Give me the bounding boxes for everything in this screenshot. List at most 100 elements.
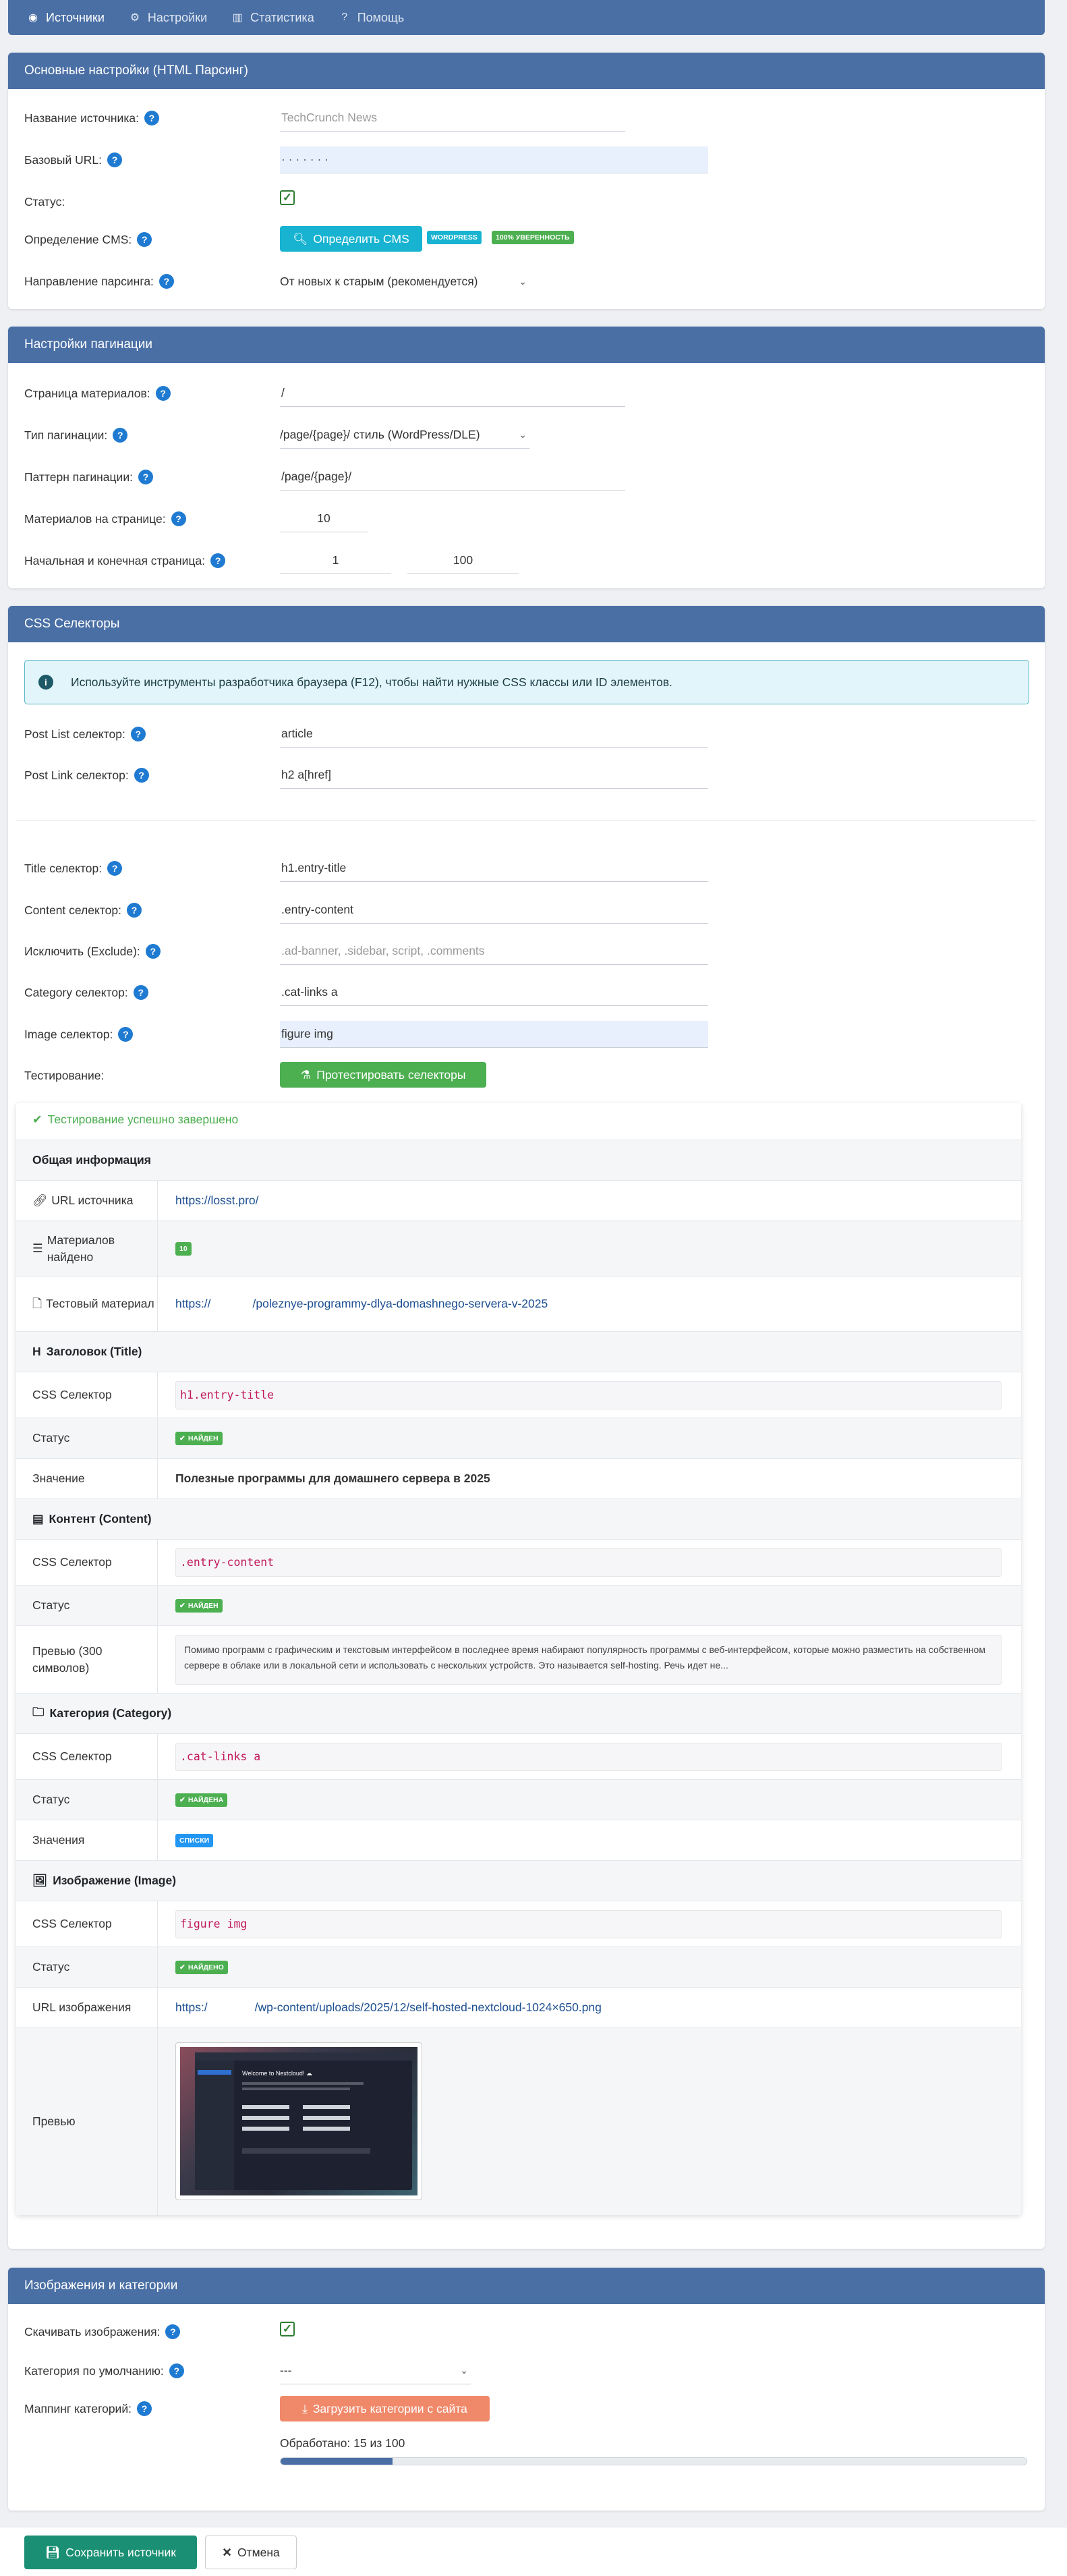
test-item-link-a[interactable]: https:// [175,1297,211,1311]
check-icon: ✔ [179,1795,185,1804]
help-icon[interactable]: ? [158,274,174,289]
post-list-label: Post List селектор: [24,727,125,741]
nav-sources[interactable]: ◉ Источники [20,0,122,35]
image-section: Изображение (Image) [53,1874,177,1887]
post-link-label: Post Link селектор: [24,768,129,782]
help-icon[interactable]: ? [130,727,146,741]
pagination-type-select[interactable]: /page/{page}/ стиль (WordPress/DLE) ⌄ [280,422,529,449]
default-category-select[interactable]: --- ⌄ [280,2357,471,2384]
table-row: Значения СПИСКИ [16,1820,1021,1860]
status-checkbox[interactable]: ✓ [280,190,295,205]
help-icon[interactable]: ? [118,1027,134,1042]
help-icon[interactable]: ? [165,2324,181,2339]
help-icon[interactable]: ? [127,903,142,918]
end-page-input[interactable]: 100 [407,547,519,574]
document-icon: ▤ [32,1512,44,1525]
help-icon[interactable]: ? [133,985,148,1000]
post-link-input[interactable]: h2 a[href] [280,762,708,789]
start-page-input[interactable]: 1 [280,547,391,574]
cancel-button[interactable]: ✕ Отмена [205,2536,297,2569]
progress-fill [281,2458,393,2465]
image-url-link-b[interactable]: /wp-content/uploads/2025/12/self-hosted-… [255,2000,602,2015]
content-selector-input[interactable]: .entry-content [280,897,708,924]
heading-icon: H [32,1345,41,1358]
default-category-value: --- [280,2363,292,2377]
help-icon[interactable]: ? [113,428,128,443]
table-row: ☰ Материалов найдено 10 [16,1221,1021,1276]
top-nav: ◉ Источники ⚙ Настройки ▥ Статистика ? П… [8,0,1045,35]
help-icon[interactable]: ? [169,2363,184,2378]
found-label: Материалов найдено [47,1233,115,1264]
help-icon[interactable]: ? [138,470,153,484]
help-icon[interactable]: ? [107,152,122,167]
exclude-input[interactable]: .ad-banner, .sidebar, script, .comments [280,938,708,965]
category-sel-label: Category селектор: [24,985,128,999]
folder-icon: 🗀 [32,1704,45,1718]
nav-help[interactable]: ? Помощь [332,0,422,35]
help-icon[interactable]: ? [155,386,171,401]
table-row: Статус ✔ НАЙДЕН [16,1585,1021,1625]
image-selector-code: figure img [175,1909,1002,1938]
nav-stats[interactable]: ▥ Статистика [225,0,332,35]
page-label: Страница материалов: [24,386,150,400]
content-section: Контент (Content) [49,1512,152,1525]
image-selector-input[interactable]: figure img [280,1021,708,1048]
table-row: Значение Полезные программы для домашнег… [16,1458,1021,1499]
per-page-label: Материалов на странице: [24,511,166,526]
progress-text: Обработано: 15 из 100 [280,2436,405,2450]
info-icon: i [38,675,53,690]
close-icon: ✕ [222,2545,232,2559]
download-images-checkbox[interactable]: ✓ [280,2322,295,2336]
confidence-badge: 100% УВЕРЕННОСТЬ [492,231,574,244]
image-url-label: URL изображения [16,1988,158,2027]
table-row: CSS Селектор .entry-content [16,1539,1021,1585]
title-selector-input[interactable]: h1.entry-title [280,855,708,882]
help-icon[interactable]: ? [136,2401,152,2416]
category-selector-input[interactable]: .cat-links a [280,979,708,1006]
post-list-input[interactable]: article [280,721,708,748]
title-section: Заголовок (Title) [46,1345,142,1358]
cms-badge: WORDPRESS [427,231,482,244]
help-icon[interactable]: ? [134,768,149,783]
name-row: Название источника:? [24,101,159,135]
file-icon: 🗋 [32,1297,42,1311]
images-categories-card: Изображения и категории Скачивать изобра… [8,2268,1045,2511]
nav-stats-label: Статистика [250,10,314,24]
values-label: Значения [16,1820,158,1860]
status-label: Статус [16,1418,158,1458]
image-sel-label: Image селектор: [24,1027,113,1041]
per-page-input[interactable]: 10 [280,505,368,532]
help-icon[interactable]: ? [137,232,152,247]
found-count-badge: 10 [175,1241,192,1256]
test-selectors-button[interactable]: ⚗ Протестировать селекторы [280,1062,486,1088]
help-icon[interactable]: ? [144,111,159,125]
base-url-input[interactable]: · · · · · · · [280,146,708,173]
test-item-link-b[interactable]: /poleznye-programmy-dlya-domashnego-serv… [253,1297,548,1311]
progress-bar [280,2457,1027,2465]
page-input[interactable]: / [280,380,625,407]
chevron-down-icon: ⌄ [519,429,527,440]
pattern-input[interactable]: /page/{page}/ [280,464,625,491]
range-label: Начальная и конечная страница: [24,553,206,567]
help-icon[interactable]: ? [210,553,226,568]
name-label: Название источника: [24,111,139,125]
save-source-button[interactable]: 💾︎ Сохранить источник [24,2536,197,2569]
check-circle-icon: ✔ [32,1113,42,1126]
help-icon[interactable]: ? [171,511,186,526]
css-selector-label: CSS Селектор [16,1734,158,1779]
image-url-link-a[interactable]: https:/ [175,2000,208,2015]
status-label: Статус [16,1780,158,1820]
css-selector-label: CSS Селектор [16,1540,158,1585]
help-icon[interactable]: ? [145,944,161,959]
source-url-link[interactable]: https://losst.pro/ [175,1194,259,1208]
direction-select[interactable]: От новых к старым (рекомендуется) ⌄ [280,268,529,295]
chevron-down-icon: ⌄ [519,275,527,287]
detect-cms-button[interactable]: 🔍︎ Определить CMS [280,226,422,252]
nav-settings[interactable]: ⚙ Настройки [122,0,225,35]
help-icon[interactable]: ? [107,861,123,876]
exclude-label: Исключить (Exclude): [24,944,140,958]
nav-settings-label: Настройки [147,10,208,24]
load-categories-button[interactable]: ⤓ Загрузить категории с сайта [280,2396,490,2421]
title-selector-code: h1.entry-title [175,1380,1002,1409]
name-input[interactable]: TechCrunch News [280,105,625,132]
